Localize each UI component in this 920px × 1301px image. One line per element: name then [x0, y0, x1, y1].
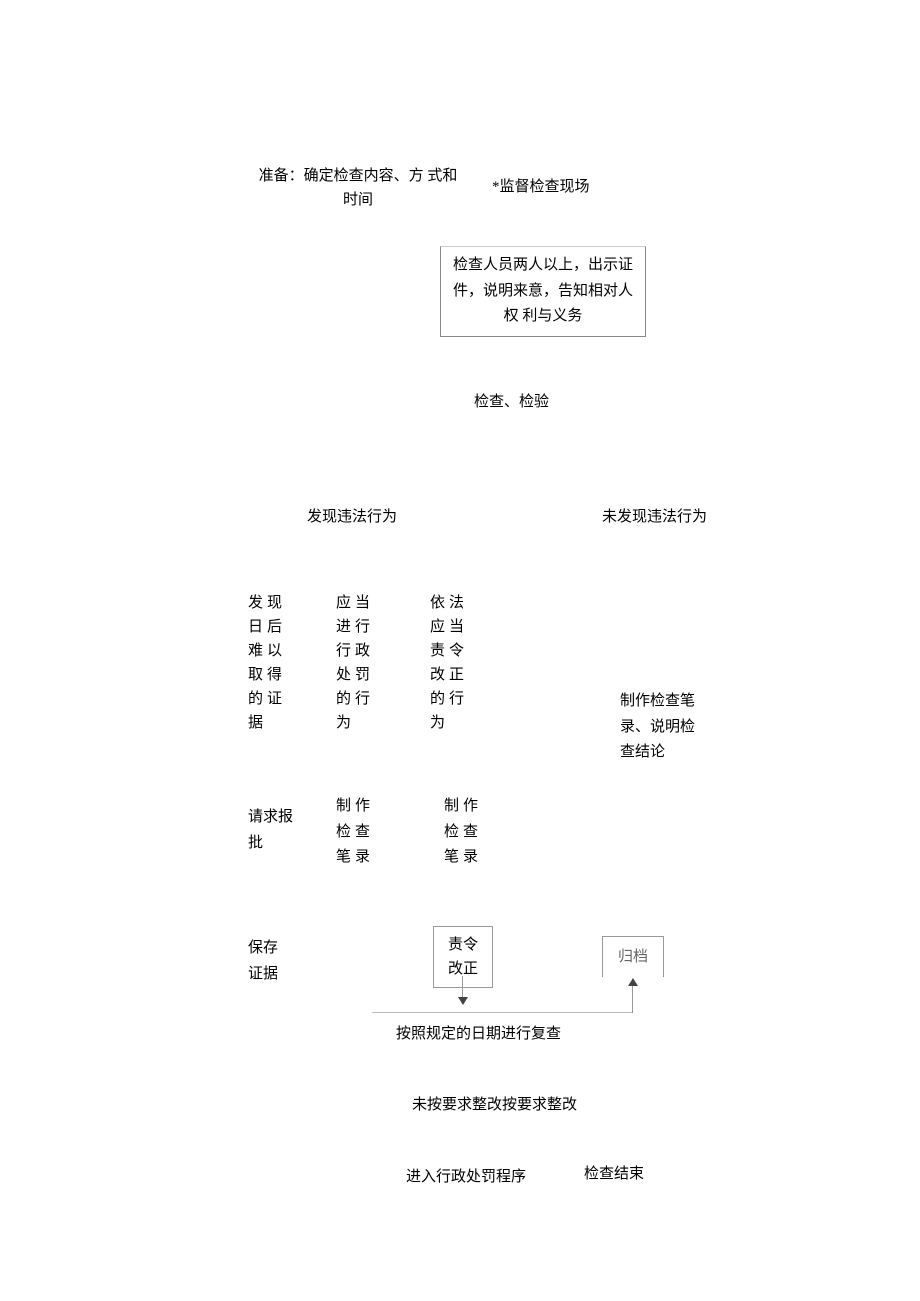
order-box: 责令 改正	[433, 926, 493, 988]
prep-text: 准备：确定检查内容、方 式和时间	[258, 164, 458, 212]
penalty-text: 进入行政处罚程序	[406, 1166, 526, 1189]
recheck-text: 按照规定的日期进行复查	[396, 1023, 561, 1046]
col-1: 发现日后难以取得的证据	[248, 591, 286, 735]
col-3: 依法应当责令改正的行为	[430, 591, 468, 735]
save-evidence: 保存 证据	[248, 936, 288, 987]
branch-found: 发现违法行为	[307, 506, 397, 529]
correction-text: 未按要求整改按要求整改	[412, 1094, 577, 1117]
connector-line	[372, 1012, 632, 1013]
notice-box: 检查人员两人以上，出示证 件，说明来意，告知相对人权 利与义务	[440, 246, 646, 337]
branch-not-found: 未发现违法行为	[602, 506, 707, 529]
flowchart-page: 准备：确定检查内容、方 式和时间 *监督检查现场 检查人员两人以上，出示证 件，…	[0, 0, 920, 1301]
mid-1: 请求报 批	[248, 805, 304, 856]
archive-box: 归档	[602, 936, 664, 977]
mid-2: 制作 检查 笔录	[336, 794, 392, 871]
mid-3: 制作 检查 笔录	[444, 794, 500, 871]
end-text: 检查结束	[584, 1163, 644, 1186]
arrow-down-order	[462, 976, 463, 1004]
site-text: *监督检查现场	[492, 176, 590, 199]
right-note: 制作检查笔 录、说明检 查结论	[620, 689, 710, 766]
arrow-up-archive	[632, 979, 633, 1013]
col-2: 应当进行行政处罚的行为	[336, 591, 374, 735]
check-step: 检查、检验	[474, 391, 549, 414]
